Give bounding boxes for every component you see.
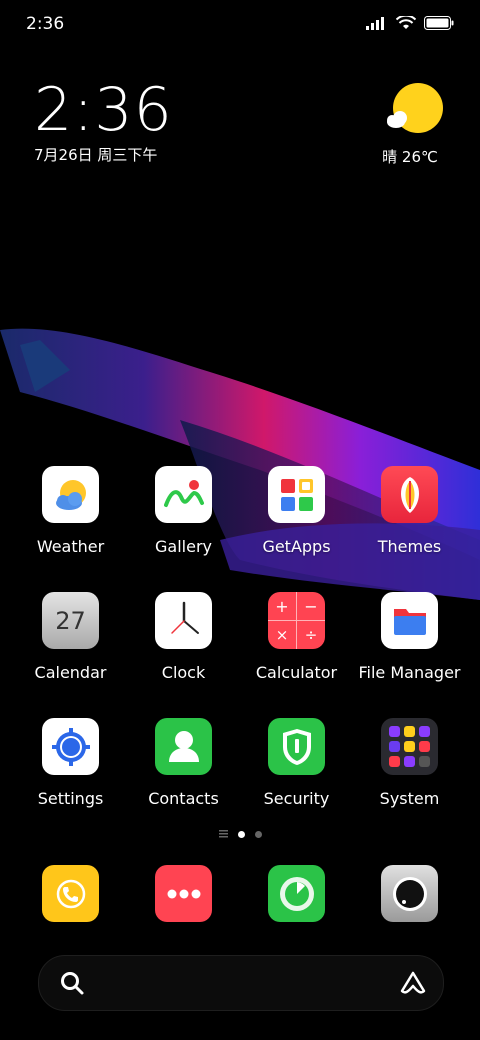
app-label: Settings bbox=[37, 789, 104, 808]
compass-icon bbox=[268, 865, 325, 922]
app-gallery[interactable]: Gallery bbox=[127, 466, 240, 592]
clock-widget[interactable]: 2:36 7月26日 周三下午 bbox=[34, 78, 173, 165]
app-label: System bbox=[379, 789, 440, 808]
contact-person-icon bbox=[155, 718, 212, 775]
getapps-icon bbox=[268, 466, 325, 523]
search-icon[interactable] bbox=[59, 970, 85, 996]
app-system-folder[interactable]: System bbox=[353, 718, 466, 844]
svg-text:×: × bbox=[276, 626, 289, 644]
dock-browser[interactable] bbox=[240, 865, 353, 922]
folder-icon bbox=[381, 592, 438, 649]
svg-text:÷: ÷ bbox=[305, 626, 318, 644]
menu-lines-icon bbox=[218, 830, 228, 838]
settings-gear-icon bbox=[42, 718, 99, 775]
app-clock[interactable]: Clock bbox=[127, 592, 240, 718]
app-grid: Weather Gallery GetApps Themes 27 Calend… bbox=[14, 466, 466, 844]
battery-icon bbox=[424, 16, 454, 30]
assistant-icon[interactable] bbox=[399, 970, 427, 996]
wifi-icon bbox=[396, 16, 416, 29]
app-security[interactable]: Security bbox=[240, 718, 353, 844]
page-dot-active[interactable] bbox=[237, 830, 245, 838]
weather-text: 晴 26℃ bbox=[382, 148, 438, 166]
app-weather[interactable]: Weather bbox=[14, 466, 127, 592]
app-label: GetApps bbox=[262, 537, 331, 556]
app-label: Themes bbox=[377, 537, 442, 556]
app-label: Calculator bbox=[255, 663, 338, 682]
camera-icon bbox=[381, 865, 438, 922]
calendar-date-text: 27 bbox=[55, 606, 86, 635]
dock-messages[interactable] bbox=[127, 865, 240, 922]
app-themes[interactable]: Themes bbox=[353, 466, 466, 592]
signal-icon bbox=[366, 17, 384, 30]
svg-text:−: − bbox=[304, 597, 317, 616]
weather-icon bbox=[42, 466, 99, 523]
search-bar[interactable] bbox=[38, 955, 444, 1011]
shield-icon bbox=[268, 718, 325, 775]
status-icons bbox=[366, 16, 454, 30]
page-indicator bbox=[0, 830, 480, 838]
app-getapps[interactable]: GetApps bbox=[240, 466, 353, 592]
app-label: Contacts bbox=[148, 789, 219, 808]
app-label: Weather bbox=[36, 537, 105, 556]
app-contacts[interactable]: Contacts bbox=[127, 718, 240, 844]
app-label: Clock bbox=[161, 663, 206, 682]
app-label: Calendar bbox=[34, 663, 107, 682]
app-label: Gallery bbox=[155, 537, 212, 556]
dock bbox=[14, 865, 466, 922]
widget-date: 7月26日 周三下午 bbox=[34, 146, 158, 164]
widget-time: 2:36 bbox=[34, 75, 173, 145]
dock-camera[interactable] bbox=[353, 865, 466, 922]
app-settings[interactable]: Settings bbox=[14, 718, 127, 844]
folder-grid-icon bbox=[381, 718, 438, 775]
themes-icon bbox=[381, 466, 438, 523]
app-label: File Manager bbox=[358, 663, 461, 682]
status-time: 2:36 bbox=[26, 14, 65, 34]
app-calendar[interactable]: 27 Calendar bbox=[14, 592, 127, 718]
phone-icon bbox=[42, 865, 99, 922]
calendar-icon: 27 bbox=[42, 592, 99, 649]
app-file-manager[interactable]: File Manager bbox=[353, 592, 466, 718]
messages-icon bbox=[155, 865, 212, 922]
calculator-icon: + − × ÷ bbox=[268, 592, 325, 649]
clock-icon bbox=[155, 592, 212, 649]
app-calculator[interactable]: + − × ÷ Calculator bbox=[240, 592, 353, 718]
gallery-icon bbox=[155, 466, 212, 523]
svg-text:+: + bbox=[275, 597, 288, 616]
dock-phone[interactable] bbox=[14, 865, 127, 922]
status-bar: 2:36 bbox=[0, 0, 480, 50]
sun-cloud-icon bbox=[387, 83, 443, 133]
page-dot[interactable] bbox=[254, 830, 262, 838]
weather-widget[interactable]: 晴 26℃ bbox=[382, 82, 444, 167]
app-label: Security bbox=[263, 789, 330, 808]
